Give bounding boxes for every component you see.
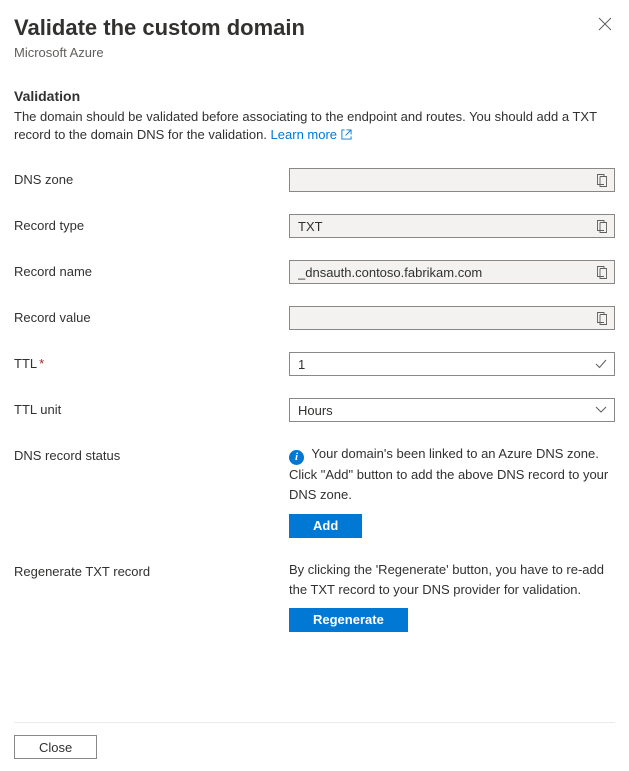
copy-icon[interactable]	[592, 309, 610, 327]
row-record-type: Record type TXT	[14, 214, 615, 238]
label-record-name: Record name	[14, 260, 289, 279]
row-dns-status: DNS record status i Your domain's been l…	[14, 444, 615, 537]
row-record-value: Record value	[14, 306, 615, 330]
row-record-name: Record name _dnsauth.contoso.fabrikam.co…	[14, 260, 615, 284]
dns-status-message: Your domain's been linked to an Azure DN…	[289, 446, 608, 502]
validation-heading: Validation	[14, 88, 615, 104]
check-icon	[592, 355, 610, 373]
label-regenerate: Regenerate TXT record	[14, 560, 289, 579]
field-record-name: _dnsauth.contoso.fabrikam.com	[289, 260, 615, 284]
label-dns-zone: DNS zone	[14, 168, 289, 187]
dns-status-info: i Your domain's been linked to an Azure …	[289, 444, 615, 505]
panel-header: Validate the custom domain Microsoft Azu…	[14, 14, 615, 60]
panel-subtitle: Microsoft Azure	[14, 45, 305, 60]
field-ttl[interactable]: 1	[289, 352, 615, 376]
label-dns-status: DNS record status	[14, 444, 289, 463]
field-dns-zone	[289, 168, 615, 192]
external-link-icon	[341, 127, 352, 146]
add-button[interactable]: Add	[289, 514, 362, 538]
value-ttl-unit: Hours	[298, 403, 592, 418]
value-ttl: 1	[298, 357, 592, 372]
copy-icon[interactable]	[592, 217, 610, 235]
info-icon: i	[289, 450, 304, 465]
chevron-down-icon	[592, 401, 610, 419]
regenerate-info: By clicking the 'Regenerate' button, you…	[289, 560, 615, 600]
copy-icon[interactable]	[592, 263, 610, 281]
row-regenerate: Regenerate TXT record By clicking the 'R…	[14, 560, 615, 632]
label-ttl: TTL*	[14, 352, 289, 371]
form: DNS zone Record type TXT	[14, 168, 615, 654]
field-record-type: TXT	[289, 214, 615, 238]
panel-title: Validate the custom domain	[14, 14, 305, 43]
row-ttl-unit: TTL unit Hours	[14, 398, 615, 422]
copy-icon[interactable]	[592, 171, 610, 189]
close-button[interactable]: Close	[14, 735, 97, 759]
required-indicator: *	[39, 356, 44, 371]
regenerate-button[interactable]: Regenerate	[289, 608, 408, 632]
panel-footer: Close	[14, 722, 615, 771]
label-ttl-text: TTL	[14, 356, 37, 371]
learn-more-text: Learn more	[271, 127, 337, 142]
row-ttl: TTL* 1	[14, 352, 615, 376]
value-record-type: TXT	[298, 219, 592, 234]
regenerate-message: By clicking the 'Regenerate' button, you…	[289, 562, 604, 597]
close-icon[interactable]	[595, 14, 615, 34]
field-record-value	[289, 306, 615, 330]
label-record-value: Record value	[14, 306, 289, 325]
value-record-name: _dnsauth.contoso.fabrikam.com	[298, 265, 592, 280]
label-record-type: Record type	[14, 214, 289, 233]
label-ttl-unit: TTL unit	[14, 398, 289, 417]
row-dns-zone: DNS zone	[14, 168, 615, 192]
validation-description: The domain should be validated before as…	[14, 108, 615, 147]
field-ttl-unit[interactable]: Hours	[289, 398, 615, 422]
validate-domain-panel: Validate the custom domain Microsoft Azu…	[0, 0, 629, 771]
learn-more-link[interactable]: Learn more	[271, 127, 352, 142]
